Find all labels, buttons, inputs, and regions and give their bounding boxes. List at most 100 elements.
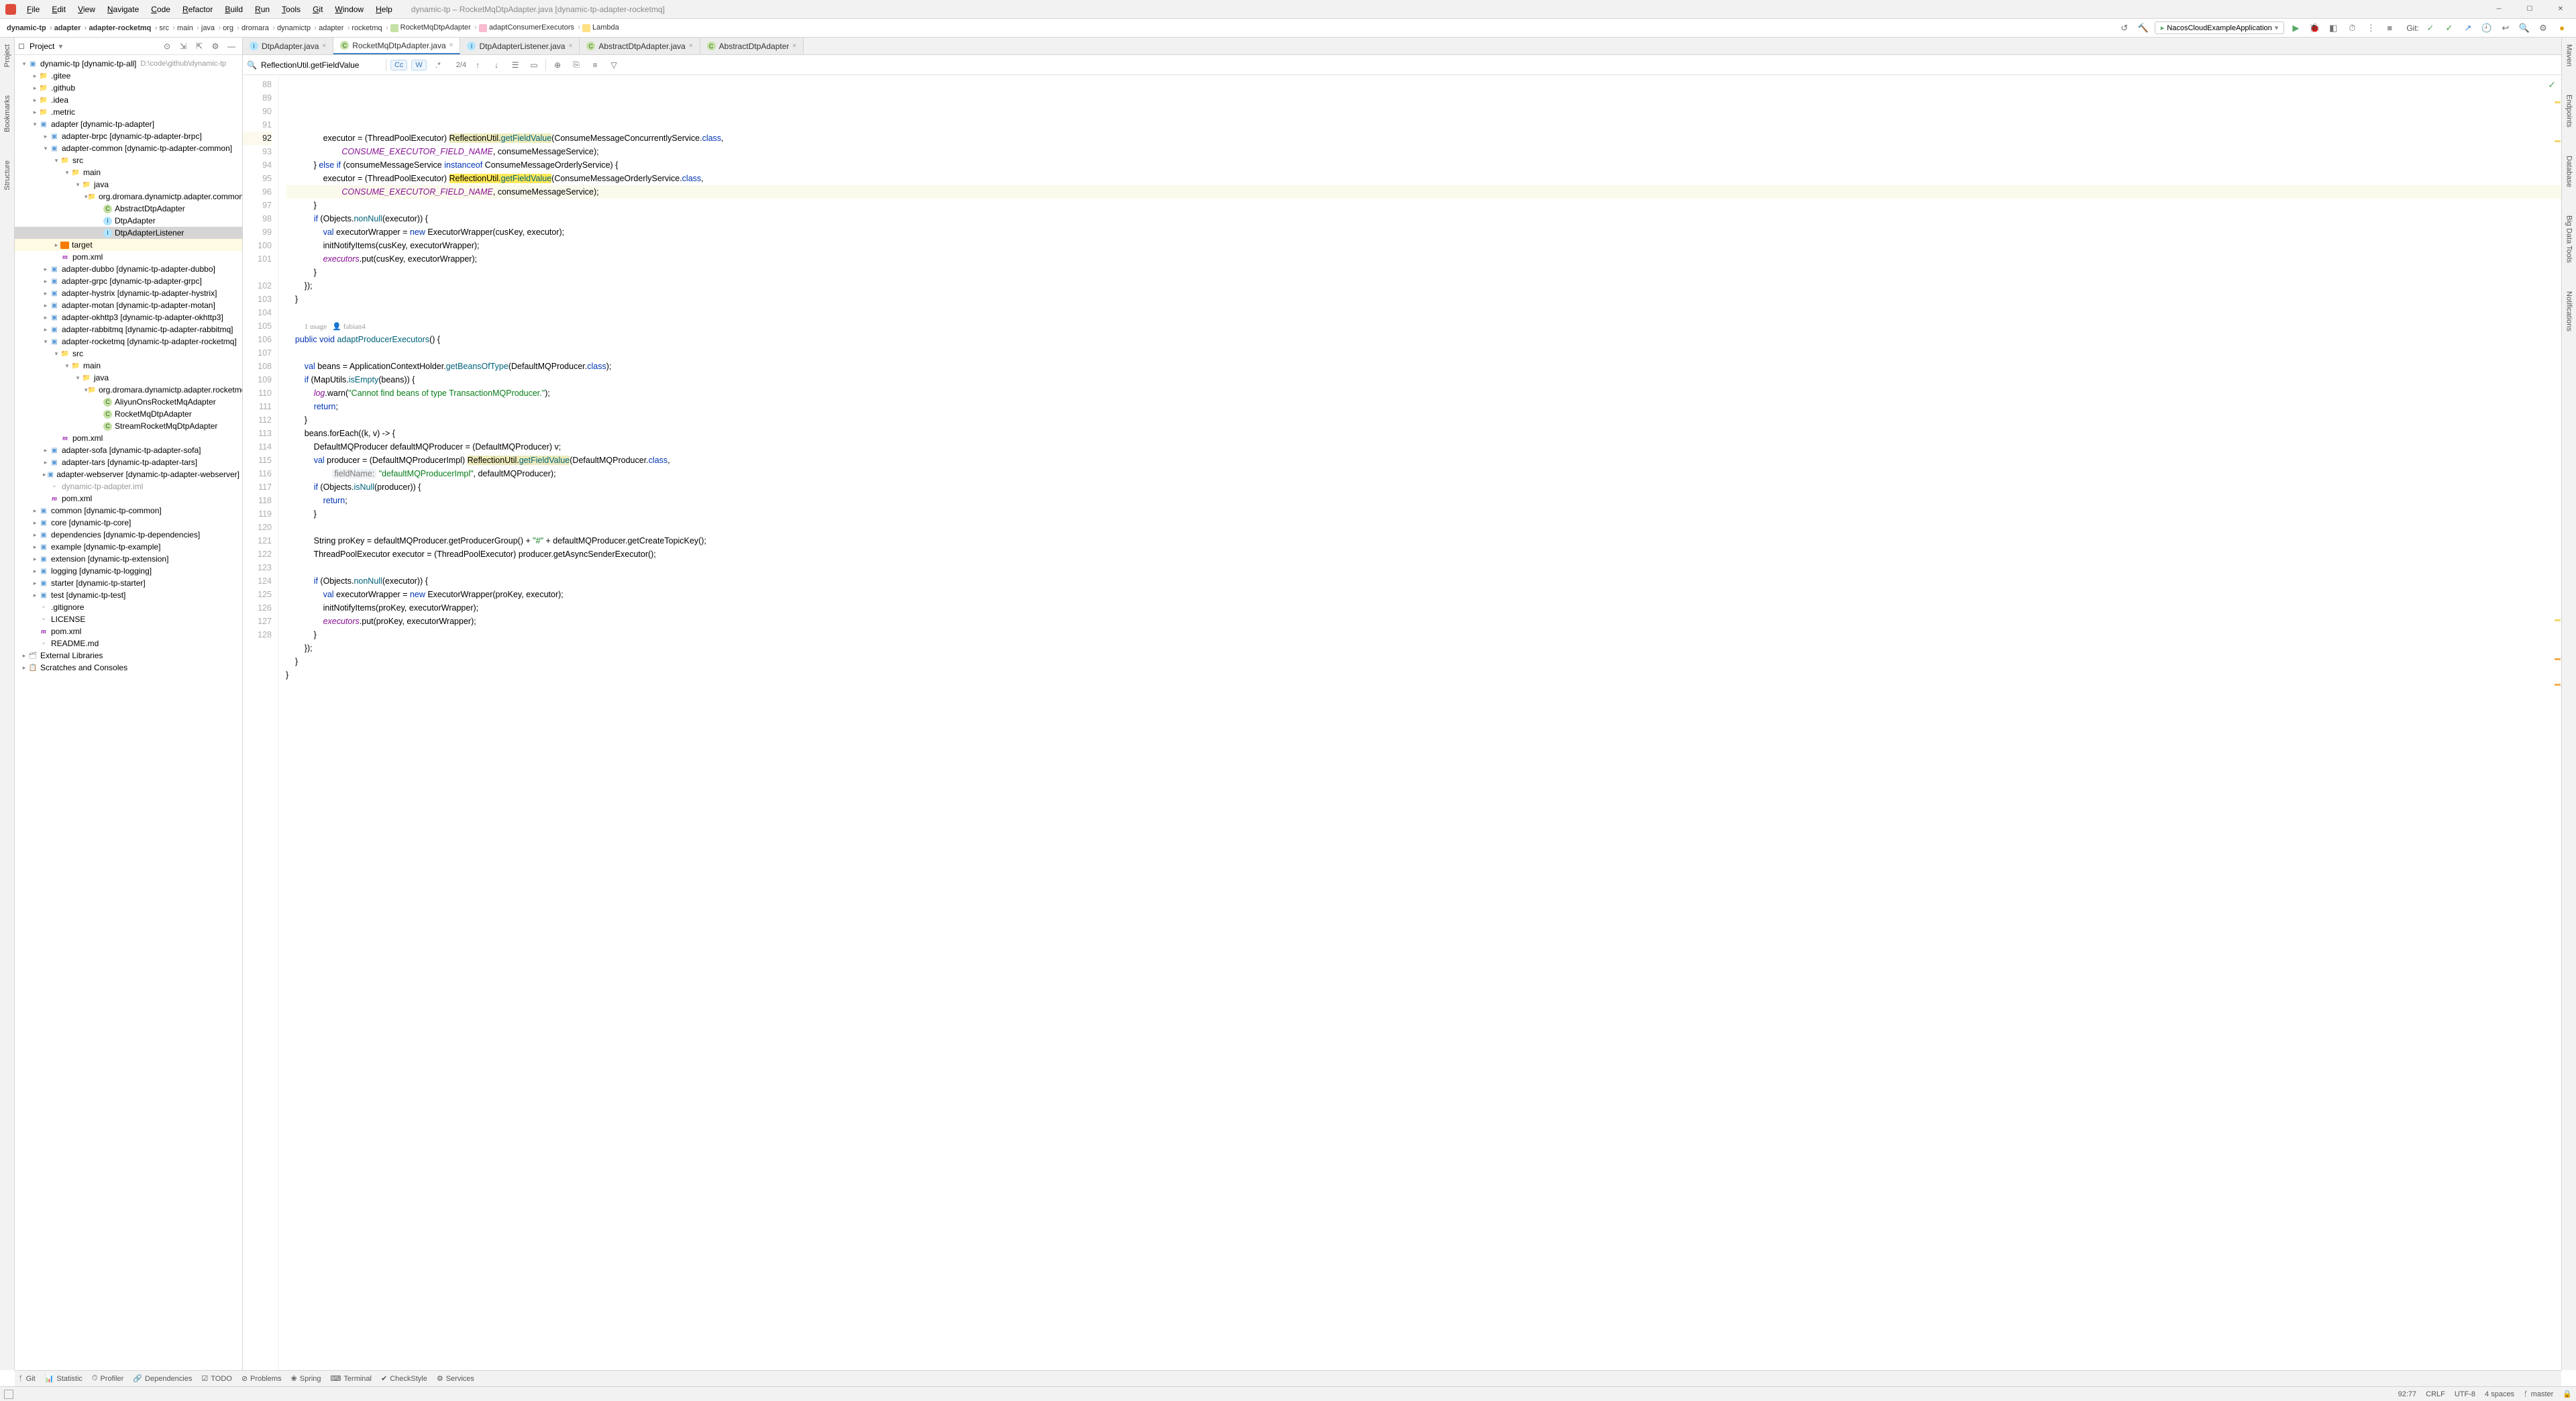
search-everywhere-icon[interactable]: 🔍 — [2517, 21, 2532, 36]
tree-item[interactable]: ▸▣extension [dynamic-tp-extension] — [15, 553, 242, 565]
code-editor[interactable]: 8889909192939495969798991001011021031041… — [243, 75, 2561, 1370]
toggle-filter-icon[interactable]: ≡ — [588, 58, 602, 72]
tree-item[interactable]: ▸▣dependencies [dynamic-tp-dependencies] — [15, 529, 242, 541]
add-selection-icon[interactable]: ⊕ — [550, 58, 565, 72]
tree-item[interactable]: ▸▣adapter-grpc [dynamic-tp-adapter-grpc] — [15, 275, 242, 287]
project-title[interactable]: Project — [30, 42, 54, 51]
tree-item[interactable]: ▸▣adapter-dubbo [dynamic-tp-adapter-dubb… — [15, 263, 242, 275]
tree-item[interactable]: ▾📁src — [15, 154, 242, 166]
breadcrumb-item[interactable]: java — [197, 24, 219, 32]
tree-item[interactable]: ▸▣adapter-rabbitmq [dynamic-tp-adapter-r… — [15, 323, 242, 335]
run-configuration-selector[interactable]: ▸ NacosCloudExampleApplication ▾ — [2155, 21, 2285, 34]
reload-icon[interactable]: ↺ — [2117, 21, 2132, 36]
bottom-tool-todo[interactable]: ☑TODO — [201, 1374, 231, 1383]
bottom-tool-statistic[interactable]: 📊Statistic — [45, 1374, 83, 1383]
collapse-all-icon[interactable]: ⇱ — [193, 40, 206, 53]
tree-item[interactable]: ▾▣adapter-rocketmq [dynamic-tp-adapter-r… — [15, 335, 242, 348]
git-branch[interactable]: ᚶ master — [2524, 1390, 2553, 1398]
breadcrumbs[interactable]: dynamic-tpadapteradapter-rocketmqsrcmain… — [3, 23, 623, 32]
tree-item[interactable]: mpom.xml — [15, 251, 242, 263]
select-all-icon[interactable]: ☰ — [508, 58, 523, 72]
editor-tab[interactable]: CAbstractDtpAdapter× — [700, 38, 804, 54]
tree-item[interactable]: CStreamRocketMqDtpAdapter — [15, 420, 242, 432]
editor-tab[interactable]: CAbstractDtpAdapter.java× — [580, 38, 700, 54]
select-opened-file-icon[interactable]: ⊙ — [160, 40, 174, 53]
close-tab-icon[interactable]: × — [689, 42, 693, 50]
menu-refactor[interactable]: Refactor — [177, 2, 218, 17]
tool-tab-structure[interactable]: Structure — [2, 156, 13, 195]
tree-item[interactable]: ▾📁main — [15, 166, 242, 178]
tree-item[interactable]: ▸📋Scratches and Consoles — [15, 662, 242, 674]
next-match-icon[interactable]: ↓ — [489, 58, 504, 72]
line-separator[interactable]: CRLF — [2426, 1390, 2445, 1398]
tree-item[interactable]: ▸target — [15, 239, 242, 251]
readonly-lock-icon[interactable]: 🔒 — [2563, 1390, 2572, 1398]
vcs-commit-icon[interactable]: ✓ — [2442, 21, 2457, 36]
close-tab-icon[interactable]: × — [322, 42, 326, 50]
menu-help[interactable]: Help — [370, 2, 398, 17]
hide-panel-icon[interactable]: — — [225, 40, 238, 53]
vcs-update-icon[interactable]: ✓ — [2423, 21, 2438, 36]
build-icon[interactable]: 🔨 — [2136, 21, 2151, 36]
filter-icon[interactable]: ▽ — [606, 58, 621, 72]
breadcrumb-item[interactable]: RocketMqDtpAdapter — [386, 23, 475, 32]
menu-tools[interactable]: Tools — [276, 2, 306, 17]
tree-item[interactable]: ▾📁java — [15, 178, 242, 191]
regex-toggle[interactable]: .* — [431, 58, 445, 72]
tree-item[interactable]: mpom.xml — [15, 492, 242, 505]
profile-button[interactable]: ⏱ — [2345, 21, 2359, 36]
tree-item[interactable]: ▸▣adapter-okhttp3 [dynamic-tp-adapter-ok… — [15, 311, 242, 323]
bottom-tool-services[interactable]: ⚙Services — [437, 1374, 474, 1383]
tool-tab-maven[interactable]: Maven — [2564, 40, 2575, 70]
tree-item[interactable]: ▾▣adapter [dynamic-tp-adapter] — [15, 118, 242, 130]
close-tab-icon[interactable]: × — [449, 42, 453, 49]
close-tab-icon[interactable]: × — [569, 42, 573, 50]
menu-build[interactable]: Build — [219, 2, 248, 17]
tree-item[interactable]: ▸▣adapter-tars [dynamic-tp-adapter-tars] — [15, 456, 242, 468]
menu-code[interactable]: Code — [146, 2, 176, 17]
tree-item[interactable]: ▸▣adapter-hystrix [dynamic-tp-adapter-hy… — [15, 287, 242, 299]
breadcrumb-item[interactable]: org — [219, 24, 237, 32]
tree-item[interactable]: mpom.xml — [15, 625, 242, 637]
tool-tab-database[interactable]: Database — [2564, 152, 2575, 191]
vcs-history-icon[interactable]: 🕘 — [2479, 21, 2494, 36]
tool-tab-project[interactable]: Project — [2, 40, 13, 71]
menu-navigate[interactable]: Navigate — [102, 2, 144, 17]
tree-item[interactable]: ▸▣adapter-brpc [dynamic-tp-adapter-brpc] — [15, 130, 242, 142]
file-encoding[interactable]: UTF-8 — [2455, 1390, 2475, 1398]
menu-window[interactable]: Window — [329, 2, 369, 17]
breadcrumb-item[interactable]: src — [155, 24, 173, 32]
tree-item[interactable]: ▾📁src — [15, 348, 242, 360]
settings-icon[interactable]: ⚙ — [2536, 21, 2551, 36]
tree-item[interactable]: ▸📁.gitee — [15, 70, 242, 82]
tool-windows-toggle[interactable] — [4, 1390, 13, 1399]
breadcrumb-item[interactable]: adapter — [50, 24, 85, 32]
bottom-tool-checkstyle[interactable]: ✔CheckStyle — [381, 1374, 427, 1383]
tree-item[interactable]: ▸📁.idea — [15, 94, 242, 106]
prev-match-icon[interactable]: ↑ — [470, 58, 485, 72]
tree-item[interactable]: CAliyunOnsRocketMqAdapter — [15, 396, 242, 408]
editor-tab[interactable]: CRocketMqDtpAdapter.java× — [333, 38, 460, 54]
bottom-tool-profiler[interactable]: ⏱Profiler — [92, 1374, 123, 1383]
bottom-tool-git[interactable]: ᚶGit — [19, 1375, 36, 1383]
tree-item[interactable]: ▸📁.metric — [15, 106, 242, 118]
coverage-button[interactable]: ◧ — [2326, 21, 2341, 36]
tree-item[interactable]: CRocketMqDtpAdapter — [15, 408, 242, 420]
tree-item[interactable]: ▸▣core [dynamic-tp-core] — [15, 517, 242, 529]
menu-run[interactable]: Run — [250, 2, 275, 17]
minimize-button[interactable]: ─ — [2483, 0, 2514, 19]
breadcrumb-item[interactable]: adapter — [315, 24, 347, 32]
tree-item[interactable]: ▸🗂External Libraries — [15, 650, 242, 662]
caret-position[interactable]: 92:77 — [2398, 1390, 2417, 1398]
tree-item[interactable]: IDtpAdapter — [15, 215, 242, 227]
breadcrumb-item[interactable]: Lambda — [578, 23, 623, 32]
more-run-button[interactable]: ⋮ — [2363, 21, 2378, 36]
tree-item[interactable]: ▾📁main — [15, 360, 242, 372]
line-number-gutter[interactable]: 8889909192939495969798991001011021031041… — [243, 75, 279, 1370]
breadcrumb-item[interactable]: dynamictp — [273, 24, 315, 32]
bottom-tool-terminal[interactable]: ⌨Terminal — [331, 1374, 372, 1383]
tree-item[interactable]: ▸▣test [dynamic-tp-test] — [15, 589, 242, 601]
indent-settings[interactable]: 4 spaces — [2485, 1390, 2514, 1398]
tree-item[interactable]: ▸▣adapter-motan [dynamic-tp-adapter-mota… — [15, 299, 242, 311]
tree-item[interactable]: ▸▣starter [dynamic-tp-starter] — [15, 577, 242, 589]
